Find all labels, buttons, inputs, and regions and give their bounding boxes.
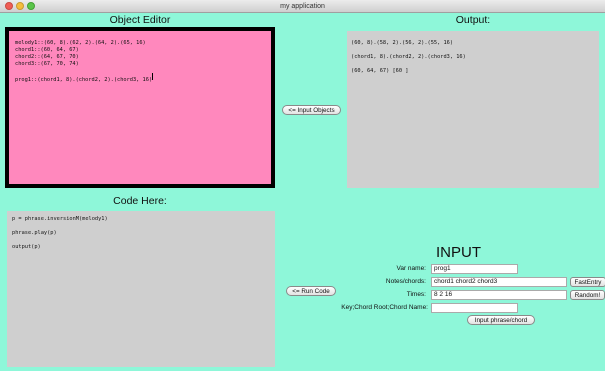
key-chord-label: Key;Chord Root;Chord Name: (341, 304, 428, 311)
output-line: (chord1, 8).(chord2, 2).(chord3, 16) (351, 54, 466, 60)
notes-chords-field[interactable]: chord1 chord2 chord3 (431, 277, 567, 287)
editor-line: chord2::(64, 67, 70) (15, 54, 79, 60)
editor-current-line: prog1::(chord1, 8).(chord2, 2).(chord3, … (15, 68, 265, 86)
output-panel: (60, 8).(58, 2).(56, 2).(55, 16) (chord1… (347, 31, 599, 188)
var-name-label: Var name: (396, 265, 426, 272)
random-button[interactable]: Random! (570, 290, 605, 300)
object-editor-heading: Object Editor (109, 14, 171, 26)
object-editor-textarea[interactable]: melody1::(60, 8).(62, 2).(64, 2).(65, 16… (5, 27, 275, 188)
input-objects-button[interactable]: <= Input Objects (282, 105, 341, 115)
output-heading: Output: (455, 14, 491, 26)
editor-line: prog1::(chord1, 8).(chord2, 2).(chord3, … (15, 77, 153, 83)
output-line: (60, 64, 67) [60 ] (351, 68, 409, 74)
output-line: (60, 8).(58, 2).(56, 2).(55, 16) (351, 40, 454, 46)
editor-line: melody1::(60, 8).(62, 2).(64, 2).(65, 16… (15, 40, 146, 46)
code-heading: Code Here: (113, 195, 167, 207)
code-line: output(p) (12, 244, 41, 250)
fast-entry-button[interactable]: FastEntry (570, 277, 605, 287)
code-textarea[interactable]: p = phrase.inversionM(melody1) phrase.pl… (7, 211, 275, 367)
code-line: phrase.play(p) (12, 230, 57, 236)
window-title: my application (280, 3, 325, 10)
editor-line: chord1::(60, 64, 67) (15, 47, 79, 53)
times-label: Times: (406, 291, 426, 298)
title-bar: my application (0, 0, 605, 13)
run-code-button[interactable]: <= Run Code (286, 286, 336, 296)
text-caret (152, 73, 154, 81)
notes-chords-label: Notes/chords: (385, 278, 426, 285)
editor-line: chord3::(67, 70, 74) (15, 61, 79, 67)
var-name-field[interactable]: prog1 (431, 264, 518, 274)
input-phrase-chord-button[interactable]: Input phrase/chord (467, 315, 535, 325)
times-field[interactable]: 8 2 16 (431, 290, 567, 300)
code-line: p = phrase.inversionM(melody1) (12, 216, 108, 222)
key-chord-field[interactable] (431, 303, 518, 313)
input-panel-title: INPUT (436, 244, 481, 261)
